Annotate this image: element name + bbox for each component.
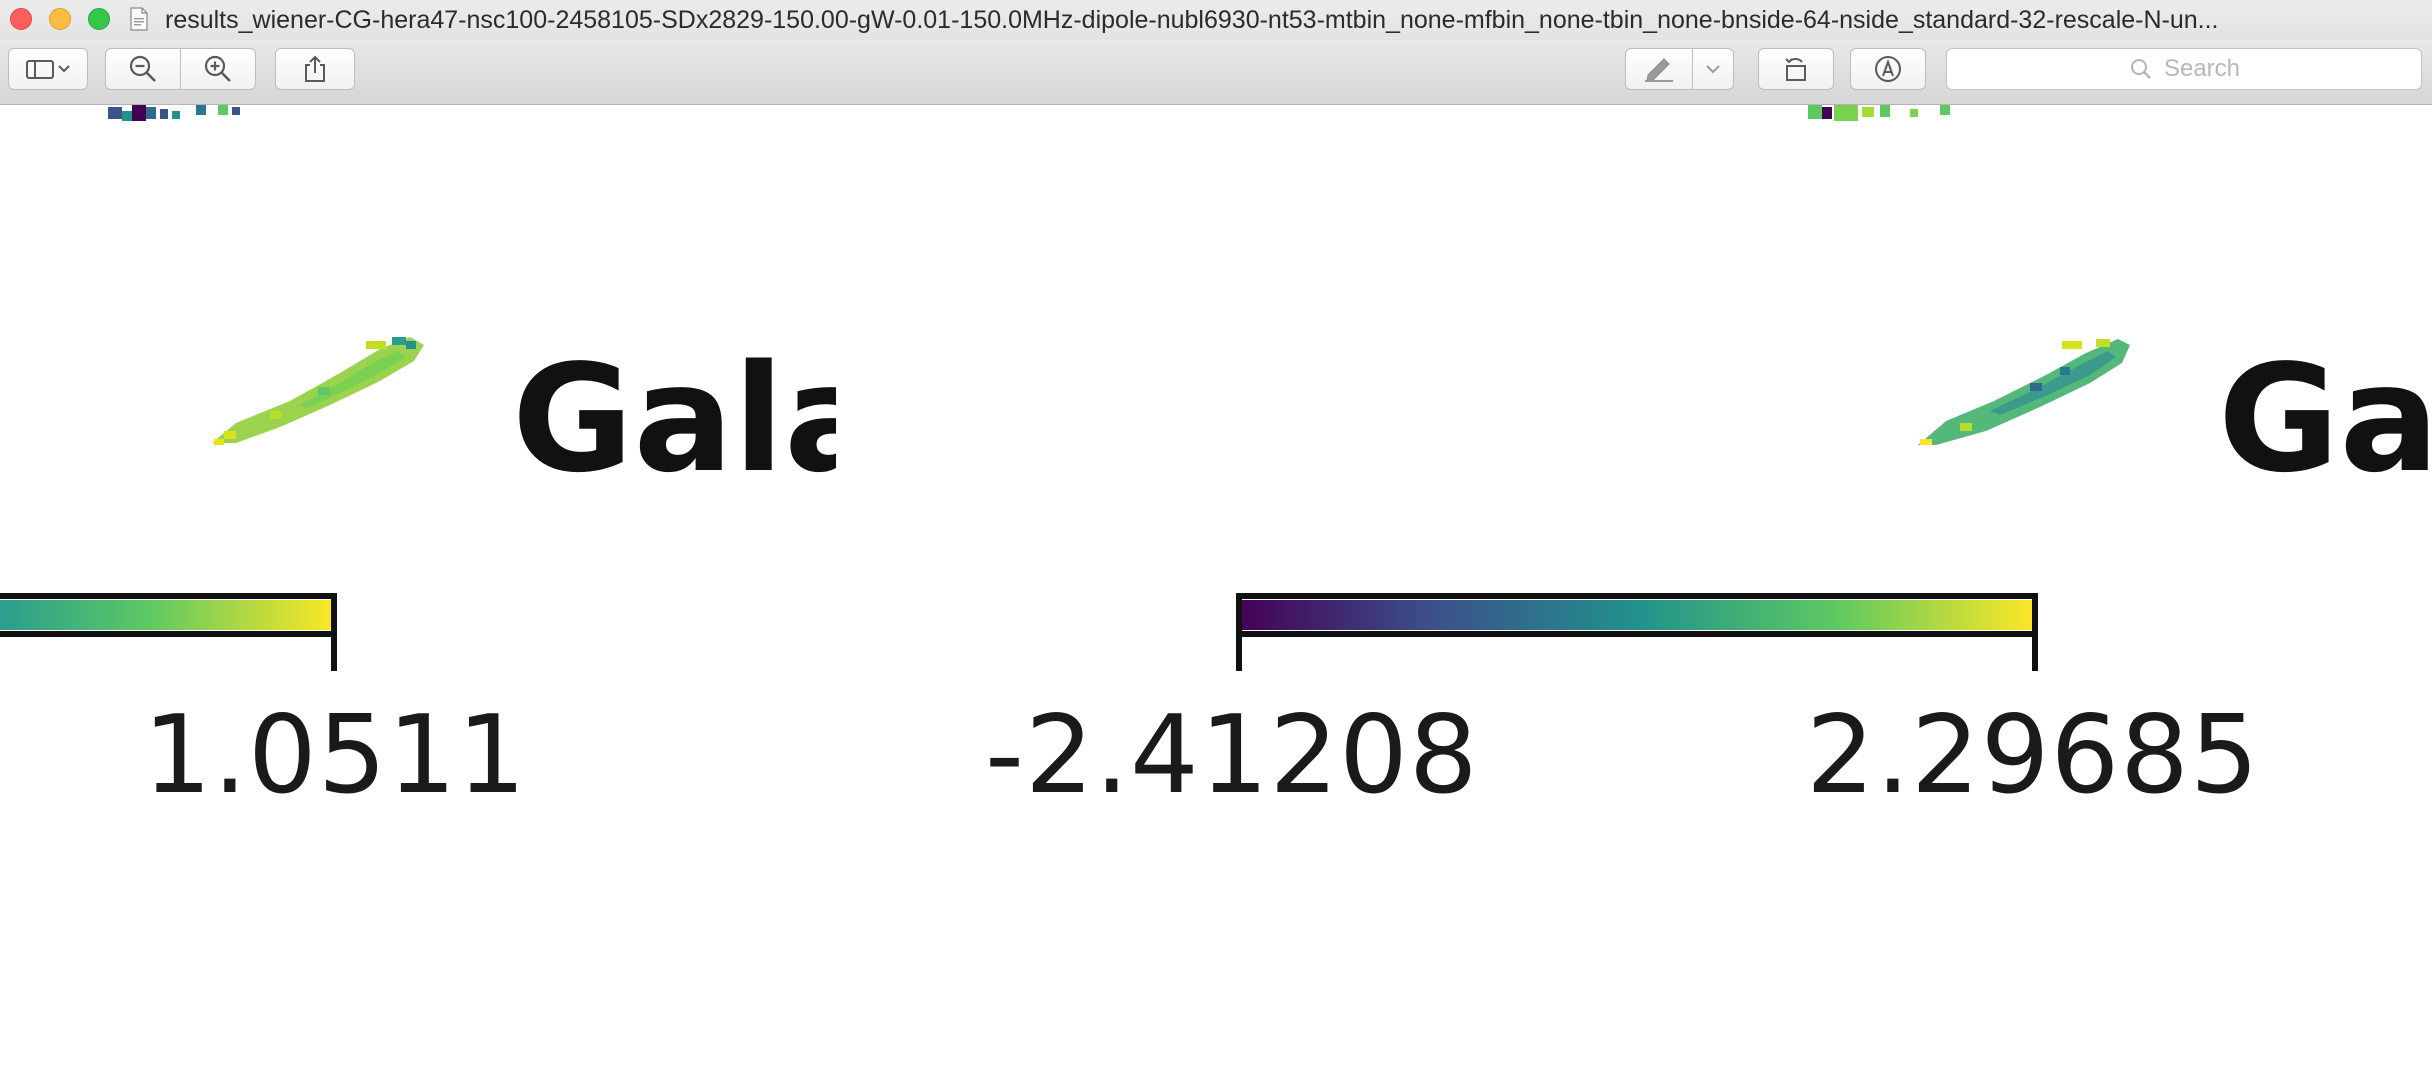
right-panel-title: Ga bbox=[2218, 345, 2432, 493]
close-window-button[interactable] bbox=[10, 8, 32, 30]
sidebar-toggle-button[interactable] bbox=[8, 48, 88, 90]
right-colorbar bbox=[1236, 593, 2038, 671]
window-title: results_wiener-CG-hera47-nsc100-2458105-… bbox=[165, 6, 2219, 34]
markup-button[interactable] bbox=[1625, 48, 1693, 90]
right-colorbar-gradient bbox=[1239, 600, 2035, 630]
right-colorbar-max-label: 2.29685 bbox=[1806, 693, 2260, 818]
left-colorbar-max-label: 1.0511 bbox=[143, 693, 527, 818]
markup-dropdown-button[interactable] bbox=[1692, 48, 1734, 90]
search-icon bbox=[2130, 59, 2151, 79]
share-icon bbox=[305, 55, 325, 82]
rotate-icon bbox=[1785, 58, 1806, 81]
zoom-in-button[interactable] bbox=[180, 48, 256, 90]
chevron-down-icon bbox=[1706, 65, 1720, 74]
zoom-window-button[interactable] bbox=[88, 8, 110, 30]
left-panel-title: Gala bbox=[512, 345, 836, 493]
zoom-out-button[interactable] bbox=[105, 48, 181, 90]
annotate-icon bbox=[1875, 56, 1901, 82]
left-galaxy-map bbox=[212, 337, 424, 445]
zoom-in-icon bbox=[204, 55, 231, 82]
minimize-window-button[interactable] bbox=[49, 8, 71, 30]
search-placeholder: Search bbox=[2163, 55, 2241, 82]
document-view[interactable]: Gala Ga 1.0511 -2.41208 2.29685 bbox=[0, 105, 2432, 1076]
title-bar: results_wiener-CG-hera47-nsc100-2458105-… bbox=[0, 0, 2432, 40]
annotate-button[interactable] bbox=[1850, 48, 1926, 90]
markup-pen-icon bbox=[1645, 58, 1673, 82]
document-icon bbox=[130, 7, 148, 31]
left-colorbar-gradient bbox=[0, 600, 334, 630]
figure-canvas bbox=[0, 105, 2130, 671]
right-colorbar-min-label: -2.41208 bbox=[985, 693, 1479, 818]
share-button[interactable] bbox=[275, 48, 355, 90]
preview-window: results_wiener-CG-hera47-nsc100-2458105-… bbox=[0, 0, 2432, 1076]
search-field[interactable]: Search bbox=[1946, 48, 2422, 90]
right-map-remnant bbox=[1808, 105, 1950, 121]
zoom-out-icon bbox=[129, 55, 156, 82]
right-galaxy-map bbox=[1918, 339, 2130, 445]
rotate-button[interactable] bbox=[1758, 48, 1834, 90]
sidebar-toggle-icon bbox=[26, 60, 70, 79]
left-colorbar bbox=[0, 593, 337, 671]
left-map-remnant bbox=[108, 105, 240, 121]
toolbar: Search bbox=[0, 40, 2432, 105]
